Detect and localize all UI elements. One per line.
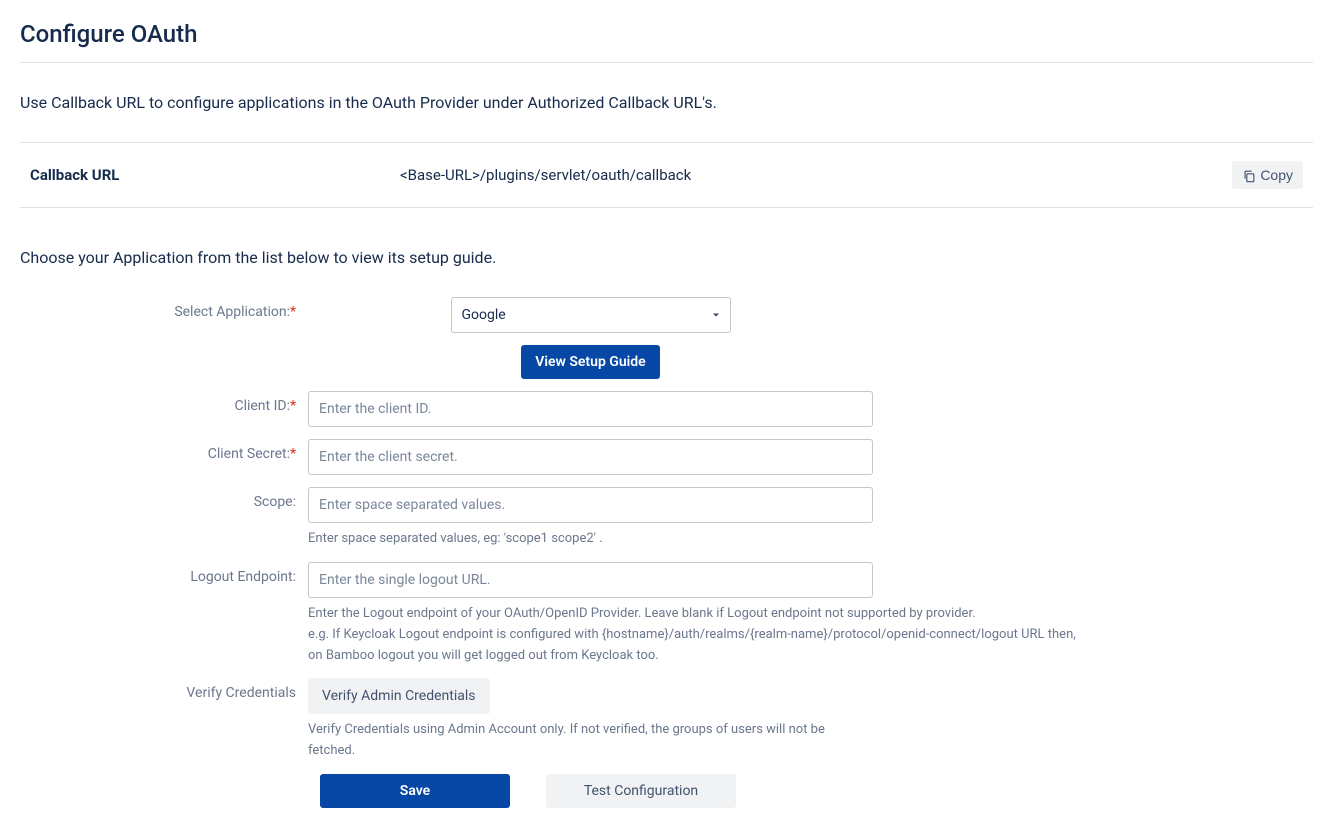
required-marker: * [290,446,296,462]
logout-endpoint-row: Logout Endpoint: Enter the Logout endpoi… [20,562,1313,666]
view-setup-guide-button[interactable]: View Setup Guide [521,345,659,379]
select-application-label: Select Application:* [20,297,308,320]
callback-url-value: <Base-URL>/plugins/servlet/oauth/callbac… [400,166,1232,184]
verify-credentials-label: Verify Credentials [20,678,308,701]
choose-application-text: Choose your Application from the list be… [20,248,1313,267]
required-marker: * [290,398,296,414]
callback-url-label: Callback URL [30,166,400,184]
verify-admin-credentials-button[interactable]: Verify Admin Credentials [308,678,490,714]
scope-label: Scope: [20,487,308,510]
client-secret-input[interactable] [308,439,873,475]
required-marker: * [290,304,296,320]
scope-input[interactable] [308,487,873,523]
logout-endpoint-input[interactable] [308,562,873,598]
save-button[interactable]: Save [320,774,510,808]
client-id-row: Client ID:* [20,391,1313,427]
logout-endpoint-label: Logout Endpoint: [20,562,308,585]
select-application-row: Select Application:* Google View Setup G… [20,297,1313,379]
scope-hint: Enter space separated values, eg: 'scope… [308,529,873,550]
copy-button[interactable]: Copy [1232,161,1303,189]
select-application-dropdown[interactable]: Google [451,297,731,333]
copy-button-label: Copy [1260,167,1293,183]
client-secret-label: Client Secret:* [20,439,308,462]
client-id-label: Client ID:* [20,391,308,414]
intro-text: Use Callback URL to configure applicatio… [20,93,1313,112]
page-title: Configure OAuth [20,20,1313,48]
copy-icon [1242,167,1256,183]
client-id-label-text: Client ID: [234,398,290,414]
test-configuration-button[interactable]: Test Configuration [546,774,736,808]
select-application-label-text: Select Application: [174,304,290,320]
logout-endpoint-hint: Enter the Logout endpoint of your OAuth/… [308,604,1088,666]
client-secret-row: Client Secret:* [20,439,1313,475]
verify-credentials-row: Verify Credentials Verify Admin Credenti… [20,678,1313,762]
verify-credentials-hint: Verify Credentials using Admin Account o… [308,720,873,762]
client-secret-label-text: Client Secret: [208,446,290,462]
scope-row: Scope: Enter space separated values, eg:… [20,487,1313,550]
callback-url-row: Callback URL <Base-URL>/plugins/servlet/… [20,142,1313,208]
divider [20,62,1313,63]
client-id-input[interactable] [308,391,873,427]
action-row: Save Test Configuration [320,774,1313,808]
